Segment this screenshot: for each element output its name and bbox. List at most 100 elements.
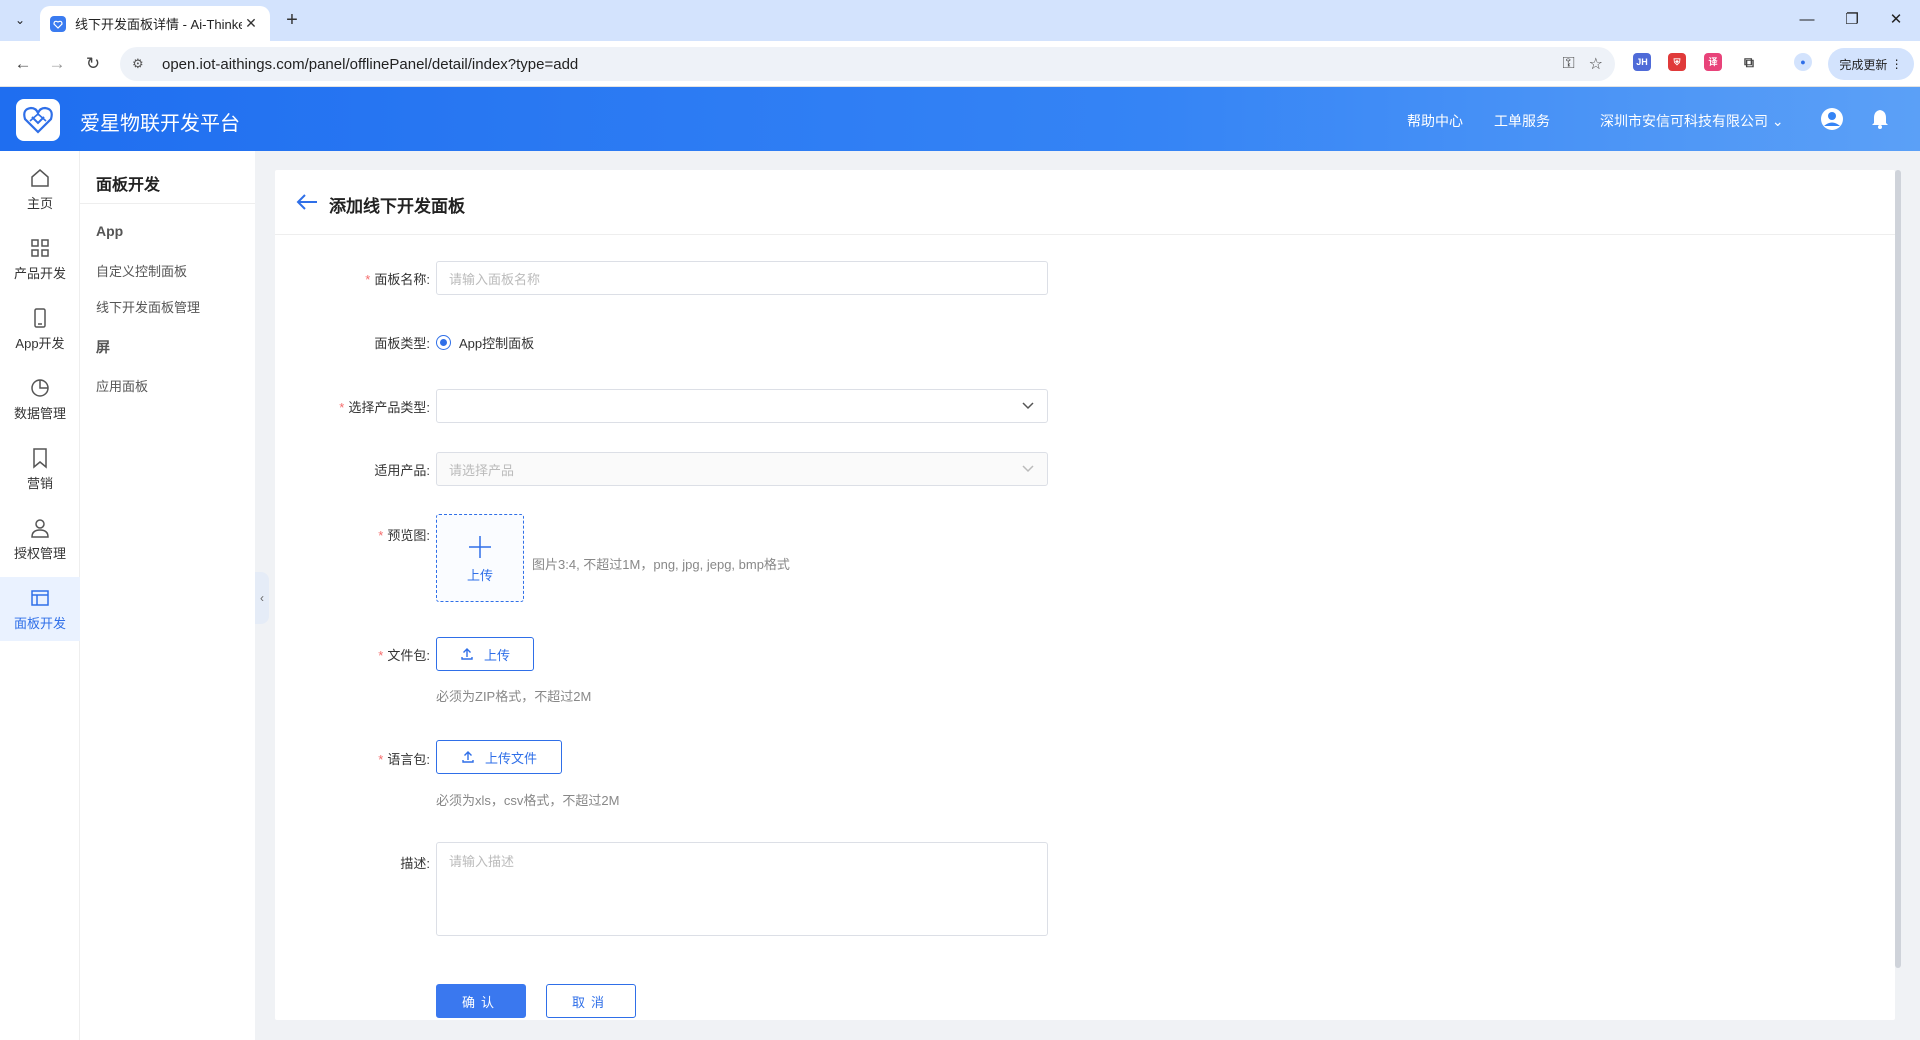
- tab-close-icon[interactable]: ✕: [242, 15, 260, 32]
- description-textarea[interactable]: 请输入描述: [436, 842, 1048, 936]
- lang-label-text: 语言包: [387, 752, 427, 767]
- translate-extension-icon[interactable]: 译: [1704, 53, 1722, 71]
- submenu-divider: [80, 203, 255, 204]
- upload-icon: [462, 751, 474, 763]
- back-nav-icon[interactable]: ←: [10, 51, 36, 77]
- ticket-service-link[interactable]: 工单服务: [1494, 111, 1550, 131]
- chevron-down-icon: [1022, 465, 1034, 473]
- rail-item-panel[interactable]: 面板开发: [0, 577, 80, 641]
- minimize-icon[interactable]: —: [1787, 8, 1827, 32]
- password-key-icon[interactable]: ⚿: [1562, 55, 1574, 73]
- type-label: 面板类型:: [374, 336, 430, 351]
- new-tab-icon[interactable]: +: [280, 9, 304, 33]
- browser-toolbar: ← → ↻ ⚙ open.iot-aithings.com/panel/offl…: [0, 41, 1920, 87]
- reload-icon[interactable]: ↻: [80, 51, 106, 77]
- close-window-icon[interactable]: ✕: [1876, 8, 1916, 32]
- logo-heart-icon: [23, 106, 53, 134]
- forward-nav-icon[interactable]: →: [44, 51, 70, 77]
- home-icon: [31, 168, 49, 187]
- file-label-text: 文件包: [387, 648, 427, 663]
- product-placeholder: 请选择产品: [449, 462, 515, 478]
- submenu-title: 面板开发: [96, 177, 161, 194]
- rail-label: 产品开发: [13, 265, 66, 281]
- site-favicon-icon: [50, 15, 66, 32]
- bookmark-star-icon[interactable]: ☆: [1589, 54, 1603, 74]
- icon-rail: 主页 产品开发 App开发 数据管理 营销 授权管理 面板开发: [0, 151, 80, 1040]
- desc-label-text: 描述: [400, 856, 427, 871]
- update-button[interactable]: 完成更新 ⋮: [1828, 48, 1914, 80]
- file-upload-label: 上传: [483, 647, 510, 663]
- panel-name-input[interactable]: 请输入面板名称: [436, 261, 1048, 295]
- chevron-down-icon: [1022, 402, 1034, 410]
- back-arrow-icon[interactable]: [295, 192, 319, 212]
- submenu: 面板开发 App 自定义控制面板 线下开发面板管理 屏 应用面板: [80, 151, 255, 1040]
- panel-type-radio[interactable]: App控制面板: [436, 333, 534, 352]
- app-header: 爱星物联开发平台 帮助中心 工单服务 深圳市安信可科技有限公司 ⌄: [0, 87, 1920, 151]
- rail-label: App开发: [15, 335, 65, 351]
- name-label: * 面板名称:: [365, 272, 430, 287]
- name-label-text: 面板名称: [374, 272, 427, 287]
- file-upload-button[interactable]: 上传: [436, 637, 534, 671]
- rail-label: 数据管理: [13, 405, 66, 421]
- collapse-sidebar-handle[interactable]: ‹: [255, 572, 269, 624]
- rail-item-marketing[interactable]: 营销: [0, 437, 80, 501]
- desc-placeholder: 请输入描述: [449, 854, 515, 869]
- radio-label: App控制面板: [459, 336, 535, 351]
- user-avatar-icon[interactable]: [1818, 105, 1846, 133]
- required-mark: *: [339, 400, 345, 415]
- required-mark: *: [378, 752, 384, 767]
- cancel-button[interactable]: 取消: [546, 984, 636, 1018]
- submenu-group-app: App: [96, 223, 124, 239]
- rail-label: 营销: [26, 475, 53, 491]
- preview-upload-box[interactable]: 上传: [436, 514, 524, 602]
- logo[interactable]: [16, 99, 60, 141]
- scrollbar[interactable]: [1895, 170, 1901, 968]
- grid-icon: [31, 238, 49, 257]
- phone-icon: [34, 307, 46, 328]
- rail-item-data[interactable]: 数据管理: [0, 367, 80, 431]
- url-text: open.iot-aithings.com/panel/offlinePanel…: [162, 55, 579, 73]
- product-type-select[interactable]: [436, 389, 1048, 423]
- extensions-puzzle-icon[interactable]: ⧉: [1740, 53, 1758, 71]
- name-placeholder: 请输入面板名称: [449, 271, 541, 287]
- company-dropdown[interactable]: 深圳市安信可科技有限公司 ⌄: [1600, 111, 1784, 131]
- pie-chart-icon: [31, 378, 49, 397]
- chevron-left-icon: ‹: [260, 591, 264, 605]
- submenu-item-offline-panel[interactable]: 线下开发面板管理: [96, 297, 200, 316]
- address-bar[interactable]: ⚙ open.iot-aithings.com/panel/offlinePan…: [120, 47, 1615, 81]
- restore-icon[interactable]: ❐: [1832, 8, 1872, 32]
- rail-item-home[interactable]: 主页: [0, 157, 80, 221]
- tab-title: 线下开发面板详情 - Ai-Thinker: [75, 17, 242, 32]
- product-type-label-text: 选择产品类型: [348, 400, 427, 415]
- preview-label: * 预览图:: [378, 528, 430, 543]
- lang-upload-button[interactable]: 上传文件: [436, 740, 562, 774]
- bookmark-icon: [33, 447, 47, 469]
- browser-tab[interactable]: 线下开发面板详情 - Ai-Thinker ✕: [40, 6, 270, 41]
- upload-icon: [461, 648, 473, 660]
- notification-bell-icon[interactable]: [1866, 105, 1894, 133]
- user-icon: [31, 518, 49, 538]
- rail-item-auth[interactable]: 授权管理: [0, 507, 80, 571]
- profile-avatar-icon[interactable]: ●: [1794, 53, 1812, 71]
- submenu-item-custom-panel[interactable]: 自定义控制面板: [96, 261, 187, 280]
- desc-label: 描述:: [400, 856, 430, 871]
- product-label-text: 适用产品: [374, 463, 427, 478]
- jh-extension-icon[interactable]: JH: [1633, 53, 1651, 71]
- product-select[interactable]: 请选择产品: [436, 452, 1048, 486]
- shield-extension-icon[interactable]: ⛨: [1668, 53, 1686, 71]
- lang-hint: 必须为xls，csv格式，不超过2M: [436, 793, 620, 808]
- required-mark: *: [365, 272, 371, 287]
- brand-name: 爱星物联开发平台: [80, 113, 240, 135]
- submenu-item-apply-panel[interactable]: 应用面板: [96, 376, 148, 395]
- panel-icon: [31, 589, 49, 606]
- confirm-button[interactable]: 确认: [436, 984, 526, 1018]
- required-mark: *: [378, 648, 384, 663]
- help-center-link[interactable]: 帮助中心: [1407, 111, 1463, 131]
- rail-item-app[interactable]: App开发: [0, 297, 80, 361]
- rail-item-product[interactable]: 产品开发: [0, 227, 80, 291]
- page-title: 添加线下开发面板: [329, 197, 465, 216]
- site-info-icon[interactable]: ⚙: [132, 56, 154, 72]
- preview-hint: 图片3:4, 不超过1M，png, jpg, jepg, bmp格式: [532, 557, 790, 572]
- tab-search-icon[interactable]: ⌄: [8, 8, 32, 32]
- lang-label: * 语言包:: [378, 752, 430, 767]
